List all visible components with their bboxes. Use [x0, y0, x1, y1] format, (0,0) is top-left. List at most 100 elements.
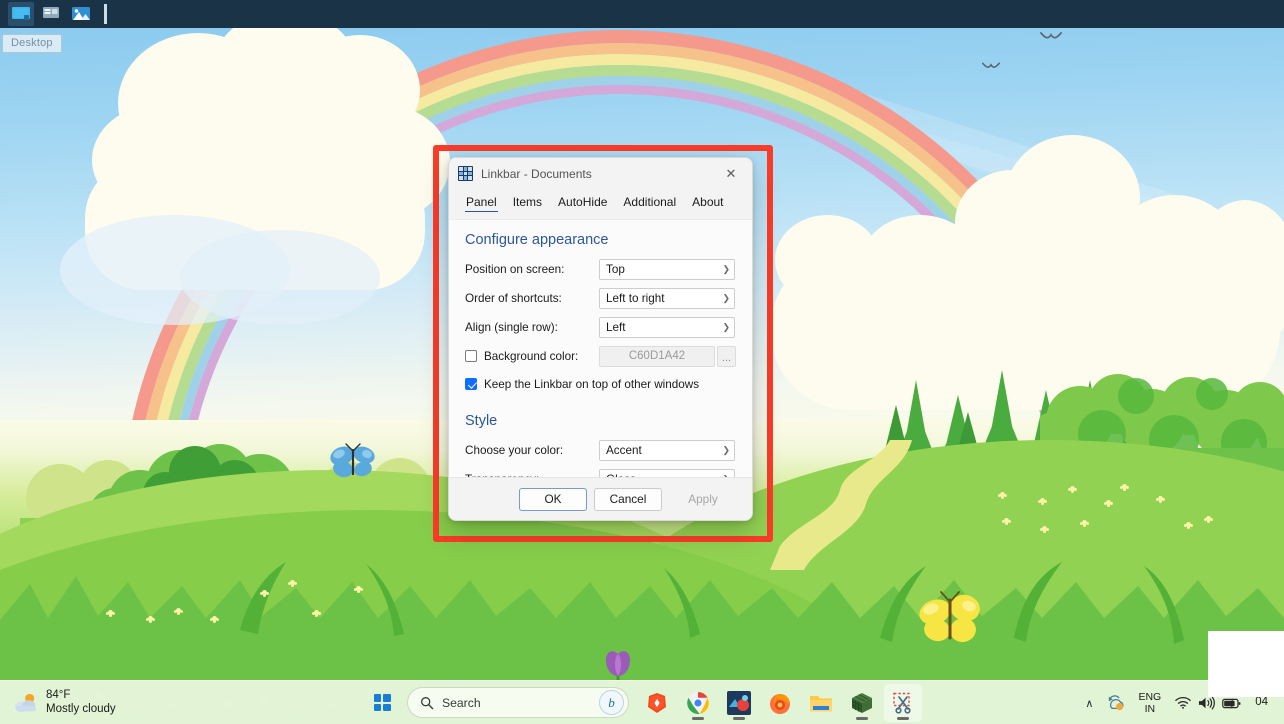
label-order-of-shortcuts: Order of shortcuts:	[465, 291, 562, 305]
tab-autohide[interactable]: AutoHide	[550, 193, 615, 213]
running-indicator	[733, 717, 745, 720]
screen: Desktop Linkbar - Documents ✕ Panel Item…	[0, 0, 1284, 724]
flower	[1082, 520, 1087, 525]
flower	[314, 610, 319, 615]
ok-button[interactable]: OK	[519, 487, 587, 511]
snipping-tool-icon	[893, 692, 911, 714]
flower	[1158, 496, 1163, 501]
keep-on-top-checkbox[interactable]	[465, 378, 477, 390]
dialog-title: Linkbar - Documents	[481, 166, 592, 181]
position-on-screen-value: Top	[606, 262, 625, 276]
tab-items[interactable]: Items	[505, 193, 550, 213]
flower	[176, 608, 181, 613]
taskbar-search-box[interactable]: Search b	[407, 687, 629, 718]
onedrive-sync-icon[interactable]	[1102, 687, 1130, 719]
row-order-of-shortcuts: Order of shortcuts: Left to right ❯	[465, 286, 736, 310]
taskbar-app-firefox[interactable]	[761, 684, 799, 722]
language-indicator[interactable]: ENG IN	[1134, 691, 1165, 715]
toolbar-caret	[104, 4, 107, 24]
weather-widget[interactable]: 84°F Mostly cloudy	[14, 681, 116, 724]
flower	[212, 616, 217, 621]
taskbar-app-file-explorer[interactable]	[802, 684, 840, 722]
taskbar-center-group: Search b	[362, 681, 922, 724]
dialog-tab-strip[interactable]: Panel Items AutoHide Additional About	[449, 189, 752, 213]
wifi-icon	[1175, 696, 1191, 709]
dialog-titlebar[interactable]: Linkbar - Documents ✕	[449, 158, 752, 189]
running-indicator	[897, 717, 909, 720]
flower	[1042, 526, 1047, 531]
tab-additional[interactable]: Additional	[615, 193, 684, 213]
language-line1: ENG	[1138, 690, 1162, 703]
volume-icon	[1199, 696, 1216, 710]
row-background-color: Background color: C60D1A42 ...	[465, 344, 736, 368]
search-placeholder: Search	[442, 695, 481, 710]
blue-butterfly-icon	[330, 443, 375, 478]
label-background-color: Background color:	[484, 349, 579, 363]
copilot-icon[interactable]: b	[599, 690, 624, 715]
flower	[1206, 516, 1211, 521]
choose-your-color-select[interactable]: Accent ❯	[599, 439, 735, 461]
linkbar-settings-dialog[interactable]: Linkbar - Documents ✕ Panel Items AutoHi…	[448, 157, 753, 521]
order-of-shortcuts-value: Left to right	[606, 291, 665, 305]
flower	[1070, 486, 1075, 491]
tab-about[interactable]: About	[684, 193, 731, 213]
onedrive-sync-icon-glyph	[1109, 695, 1124, 711]
order-of-shortcuts-select[interactable]: Left to right ❯	[599, 287, 735, 309]
taskbar-app-rubiks-cube[interactable]	[843, 684, 881, 722]
label-position-on-screen: Position on screen:	[465, 262, 565, 276]
taskbar-clock[interactable]: 04	[1251, 696, 1274, 710]
file-explorer-icon	[810, 695, 832, 711]
cancel-button[interactable]: Cancel	[594, 487, 662, 511]
align-single-row-value: Left	[606, 320, 626, 334]
weather-condition: Mostly cloudy	[46, 703, 116, 715]
desktop-label-chip[interactable]: Desktop	[2, 34, 62, 53]
flower	[356, 586, 361, 591]
window-tile-icon-glyph	[43, 7, 59, 18]
chevron-down-icon: ❯	[722, 321, 730, 332]
bird-icon	[982, 62, 1000, 68]
white-overlay-rectangle	[1208, 631, 1284, 697]
row-keep-on-top[interactable]: Keep the Linkbar on top of other windows	[465, 373, 736, 395]
flower	[1040, 498, 1045, 503]
background-color-checkbox[interactable]	[465, 350, 477, 362]
tab-panel[interactable]: Panel	[458, 193, 505, 213]
chevron-down-icon: ❯	[722, 444, 730, 455]
flower	[262, 590, 267, 595]
taskbar-app-chrome[interactable]	[679, 684, 717, 722]
chevron-down-icon: ❯	[722, 263, 730, 274]
close-icon[interactable]: ✕	[710, 158, 752, 189]
display-icon[interactable]	[8, 2, 34, 26]
label-keep-on-top: Keep the Linkbar on top of other windows	[484, 377, 700, 391]
sun-behind-cloud-icon	[15, 693, 37, 713]
apply-button[interactable]: Apply	[669, 488, 737, 511]
label-choose-your-color: Choose your color:	[465, 443, 564, 457]
google-chrome-icon	[687, 691, 709, 714]
flower	[290, 580, 295, 585]
background-color-value-field[interactable]: C60D1A42	[599, 345, 715, 367]
window-tile-icon[interactable]	[38, 2, 64, 26]
section-configure-appearance-heading: Configure appearance	[465, 232, 609, 248]
display-icon-glyph	[12, 7, 30, 20]
show-hidden-icons[interactable]: ∧	[1080, 687, 1098, 719]
dialog-body: Configure appearance Position on screen:…	[449, 219, 752, 490]
battery-charging-icon	[1222, 697, 1241, 709]
position-on-screen-select[interactable]: Top ❯	[599, 258, 735, 280]
taskbar-app-snipping-tool[interactable]	[884, 683, 922, 722]
taskbar-app-brave[interactable]	[638, 684, 676, 722]
background-color-browse-button[interactable]: ...	[717, 345, 736, 367]
running-indicator	[692, 717, 704, 720]
label-align-single-row: Align (single row):	[465, 320, 558, 334]
taskbar-app-photos[interactable]	[720, 684, 758, 722]
running-indicator	[856, 717, 868, 720]
weather-text: 84°F Mostly cloudy	[46, 689, 116, 716]
toolbar-icon-group	[8, 2, 107, 26]
picture-icon[interactable]	[68, 2, 94, 26]
search-icon	[421, 696, 434, 709]
align-single-row-select[interactable]: Left ❯	[599, 316, 735, 338]
background-color-checkbox-group[interactable]: Background color:	[465, 350, 599, 363]
dialog-footer: OK Cancel Apply	[449, 477, 752, 520]
start-button[interactable]	[362, 684, 402, 722]
desktop-top-toolbar[interactable]	[0, 0, 1284, 28]
flower	[1004, 518, 1009, 523]
winding-path	[770, 440, 912, 570]
